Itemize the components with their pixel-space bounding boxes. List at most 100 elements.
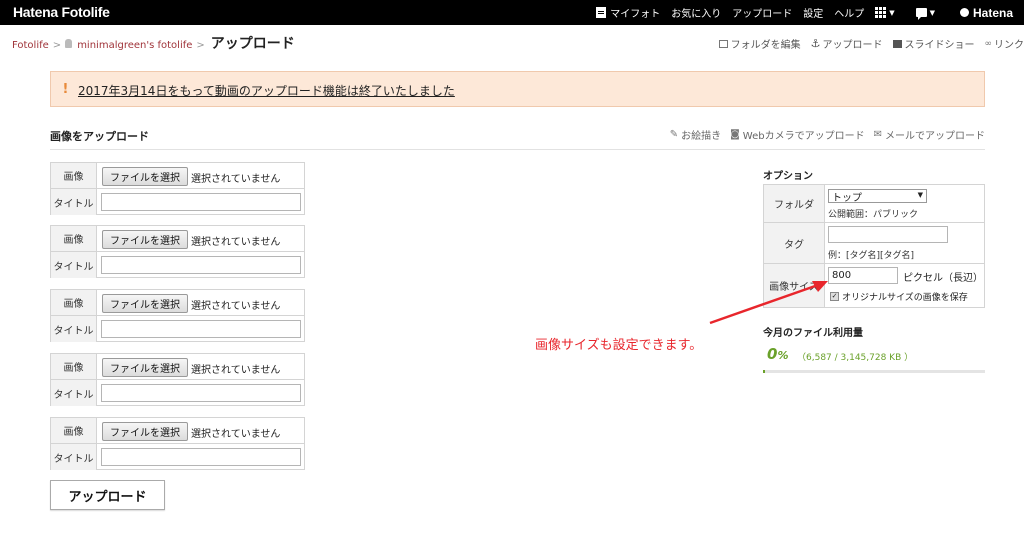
folder-edit-icon: [718, 39, 728, 48]
breadcrumb: Fotolife > minimalgreen's fotolife > アップ…: [12, 33, 295, 53]
breadcrumb-separator: >: [52, 40, 62, 51]
title-row: タイトル: [51, 189, 304, 215]
notifications-button[interactable]: ▼: [915, 8, 945, 20]
grid-icon: [875, 7, 887, 18]
upload-method-links: ✎ お絵描き ◙ Webカメラでアップロード ✉ メールでアップロード: [661, 127, 985, 142]
breadcrumb-fotolife-link[interactable]: Fotolife: [12, 40, 49, 51]
file-status: 選択されていません: [191, 365, 281, 376]
keep-original-option[interactable]: ✓ オリジナルサイズの画像を保存: [830, 290, 968, 303]
tag-example-text: 例：[タグ名][タグ名]: [828, 251, 915, 261]
annotation-arrow-line: [709, 283, 819, 325]
title-label: タイトル: [51, 189, 97, 215]
hatena-fotolife-logo[interactable]: Hatena Fotolife: [13, 4, 110, 20]
image-row: 画像 ファイルを選択 選択されていません: [51, 226, 304, 252]
choose-file-button[interactable]: ファイルを選択: [102, 422, 188, 441]
user-icon: [959, 8, 969, 17]
usage-detail: （6,587 / 3,145,728 KB ）: [797, 353, 914, 363]
drawing-link[interactable]: ✎ お絵描き: [670, 127, 721, 142]
file-status: 選択されていません: [191, 301, 281, 312]
top-nav: マイフォト お気に入り アップロード 設定 ヘルプ ▼ ▼ Hatena: [596, 0, 1024, 25]
title-input[interactable]: [101, 448, 301, 466]
image-row: 画像 ファイルを選択 選択されていません: [51, 418, 304, 444]
file-upload-block: 画像 ファイルを選択 選択されていません タイトル: [50, 289, 305, 342]
title-label: タイトル: [51, 380, 97, 406]
file-status: 選択されていません: [191, 429, 281, 440]
nav-favorites[interactable]: お気に入り: [671, 5, 721, 20]
section-divider: [50, 149, 985, 150]
webcam-upload-link[interactable]: ◙ Webカメラでアップロード: [730, 127, 865, 142]
file-upload-block: 画像 ファイルを選択 選択されていません タイトル: [50, 225, 305, 278]
nav-my-photo[interactable]: マイフォト: [596, 5, 660, 20]
top-bar: Hatena Fotolife マイフォト お気に入り アップロード 設定 ヘル…: [0, 0, 1024, 25]
chevron-down-icon: ▼: [889, 8, 895, 17]
link-icon: ∞: [984, 38, 993, 49]
file-upload-block: 画像 ファイルを選択 選択されていません タイトル: [50, 162, 305, 215]
options-title: オプション: [763, 171, 813, 182]
photo-icon: [596, 7, 607, 18]
file-upload-block: 画像 ファイルを選択 選択されていません タイトル: [50, 417, 305, 470]
image-size-unit: ピクセル（長辺）: [903, 273, 983, 284]
usage-bar: [763, 370, 985, 373]
warning-icon: !: [62, 82, 69, 97]
choose-file-button[interactable]: ファイルを選択: [102, 358, 188, 377]
link-link[interactable]: ∞ リンク: [984, 36, 1024, 52]
title-label: タイトル: [51, 252, 97, 278]
title-row: タイトル: [51, 444, 304, 470]
chevron-down-icon: ▼: [929, 8, 935, 17]
breadcrumb-separator: >: [196, 40, 205, 51]
mail-upload-link[interactable]: ✉ メールでアップロード: [874, 127, 985, 142]
mail-icon: ✉: [873, 129, 882, 140]
title-row: タイトル: [51, 380, 304, 406]
title-input[interactable]: [101, 256, 301, 274]
page-title: アップロード: [210, 36, 295, 52]
image-label: 画像: [51, 226, 97, 251]
page-toolbar: フォルダを編集 ⚓ アップロード スライドショー ∞ リンク: [709, 36, 1024, 51]
title-label: タイトル: [51, 316, 97, 342]
choose-file-button[interactable]: ファイルを選択: [102, 294, 188, 313]
folder-scope-text: 公開範囲：パブリック: [828, 210, 919, 220]
edit-folder-link[interactable]: フォルダを編集: [718, 36, 801, 51]
image-label: 画像: [51, 354, 97, 379]
annotation-arrow: [709, 281, 828, 325]
title-label: タイトル: [51, 444, 97, 470]
upload-button[interactable]: アップロード: [50, 480, 165, 510]
choose-file-button[interactable]: ファイルを選択: [102, 167, 188, 186]
chevron-down-icon: ▼: [917, 191, 923, 199]
choose-file-button[interactable]: ファイルを選択: [102, 230, 188, 249]
folder-label: フォルダ: [764, 185, 825, 222]
nav-help[interactable]: ヘルプ: [834, 5, 864, 20]
toolbar-upload-link[interactable]: ⚓ アップロード: [811, 36, 883, 51]
breadcrumb-user-link[interactable]: minimalgreen's fotolife: [77, 40, 192, 51]
notice-banner: ! 2017年3月14日をもって動画のアップロード機能は終了いたしました: [50, 71, 985, 107]
title-input[interactable]: [101, 193, 301, 211]
usage-bar-fill: [763, 370, 766, 373]
nav-settings[interactable]: 設定: [803, 5, 823, 20]
title-input[interactable]: [101, 384, 301, 402]
folder-row: フォルダ トップ ▼ 公開範囲：パブリック: [764, 185, 984, 223]
camera-icon: ◙: [730, 129, 740, 140]
section-title: 画像をアップロード: [50, 130, 149, 143]
file-status: 選択されていません: [191, 174, 281, 185]
hatena-account-menu[interactable]: Hatena: [956, 6, 1013, 20]
apps-menu-button[interactable]: ▼: [875, 7, 904, 18]
title-input[interactable]: [101, 320, 301, 338]
speech-bubble-icon: [915, 8, 927, 20]
image-row: 画像 ファイルを選択 選択されていません: [51, 354, 304, 380]
folder-select[interactable]: トップ ▼: [828, 189, 927, 204]
annotation-text: 画像サイズも設定できます。: [535, 338, 703, 353]
notice-message-link[interactable]: 2017年3月14日をもって動画のアップロード機能は終了いたしました: [78, 82, 455, 99]
tag-input[interactable]: [828, 226, 948, 243]
image-label: 画像: [51, 163, 97, 188]
slideshow-icon: [892, 39, 902, 48]
file-upload-block: 画像 ファイルを選択 選択されていません タイトル: [50, 353, 305, 406]
title-row: タイトル: [51, 316, 304, 342]
title-row: タイトル: [51, 252, 304, 278]
nav-upload[interactable]: アップロード: [732, 5, 792, 20]
image-row: 画像 ファイルを選択 選択されていません: [51, 290, 304, 316]
image-label: 画像: [51, 290, 97, 315]
slideshow-link[interactable]: スライドショー: [892, 36, 975, 51]
upload-icon: ⚓: [810, 37, 821, 50]
tag-row: タグ 例：[タグ名][タグ名]: [764, 223, 984, 264]
file-status: 選択されていません: [191, 237, 281, 248]
user-icon: [65, 39, 73, 48]
